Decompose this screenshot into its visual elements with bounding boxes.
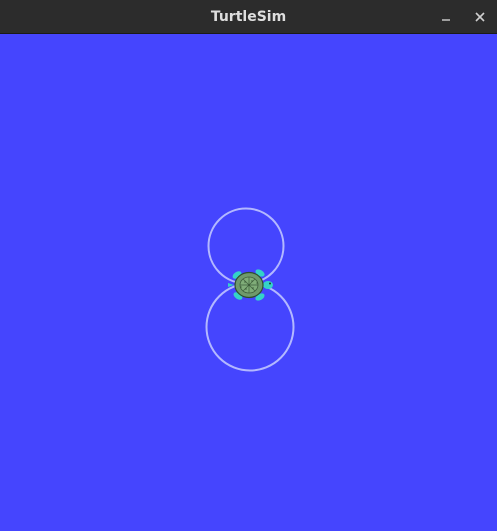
minimize-icon <box>442 19 450 21</box>
turtle-canvas <box>0 34 497 531</box>
title-bar[interactable]: TurtleSim <box>0 0 497 34</box>
close-icon <box>475 12 485 22</box>
canvas-drawing <box>205 207 295 372</box>
turtlesim-window: TurtleSim <box>0 0 497 531</box>
window-title: TurtleSim <box>210 9 287 25</box>
turtle-icon <box>228 269 273 301</box>
minimize-button[interactable] <box>432 3 460 31</box>
close-button[interactable] <box>466 3 494 31</box>
